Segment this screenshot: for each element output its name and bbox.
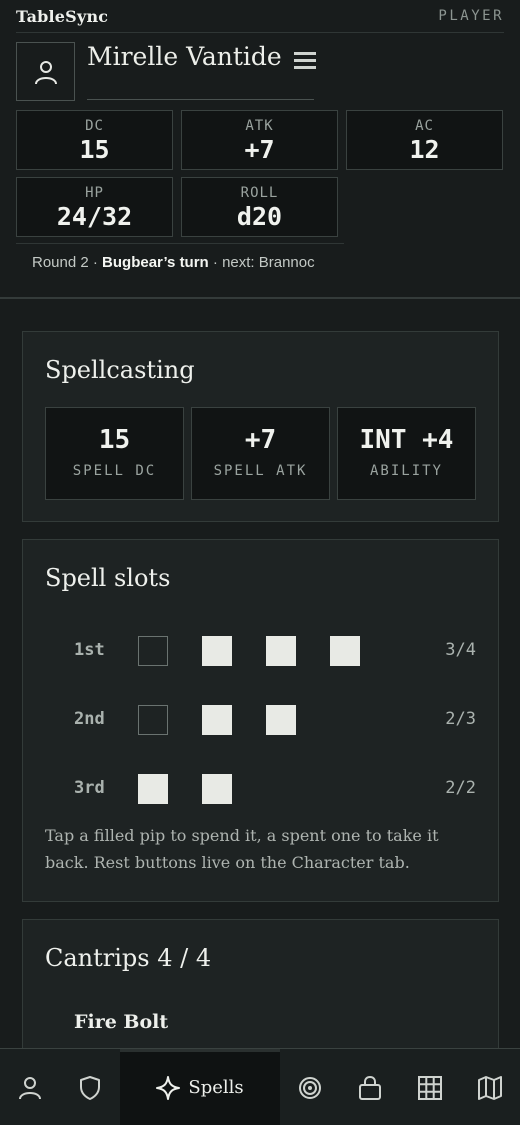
stat-ac: AC 12 xyxy=(346,110,503,170)
card-title: Spell slots xyxy=(45,564,171,592)
spell-atk-box: +7 SPELL ATK xyxy=(191,407,330,500)
slot-row-1st: 1st 3/4 xyxy=(23,636,498,668)
slot-pip[interactable] xyxy=(138,705,168,735)
ability-label: ABILITY xyxy=(369,463,443,479)
spell-dc-label: SPELL DC xyxy=(72,463,157,479)
stat-value: 12 xyxy=(409,135,440,164)
nav-character[interactable] xyxy=(0,1049,60,1125)
slot-pip[interactable] xyxy=(202,636,232,666)
role-label: PLAYER xyxy=(438,8,504,24)
ability-value: INT +4 xyxy=(359,425,454,455)
ability-box: INT +4 ABILITY xyxy=(337,407,476,500)
avatar[interactable] xyxy=(16,42,75,101)
slot-pip[interactable] xyxy=(202,774,232,804)
slot-help-text: Tap a filled pip to spend it, a spent on… xyxy=(45,826,439,872)
card-title: Spellcasting xyxy=(45,356,195,384)
slot-pip[interactable] xyxy=(266,636,296,666)
stat-label: DC xyxy=(85,118,104,134)
stat-label: AC xyxy=(415,118,434,134)
spell-atk-label: SPELL ATK xyxy=(213,463,308,479)
slot-pip[interactable] xyxy=(330,636,360,666)
stat-value: 24/32 xyxy=(56,202,133,231)
spell-dc-box: 15 SPELL DC xyxy=(45,407,184,500)
current-turn: Bugbear’s turn xyxy=(102,254,209,271)
nav-inventory[interactable] xyxy=(340,1049,400,1125)
sparkle-icon xyxy=(156,1075,181,1100)
slot-count: 2/3 xyxy=(445,709,476,729)
header-divider xyxy=(0,297,520,299)
character-name: Mirelle Vantide xyxy=(87,42,282,71)
grid-icon xyxy=(418,1075,442,1100)
top-bar: TableSync PLAYER xyxy=(16,0,504,33)
stat-value: d20 xyxy=(236,202,283,231)
slot-level: 2nd xyxy=(74,709,105,729)
stat-label: HP xyxy=(85,185,104,201)
name-underline xyxy=(87,99,314,100)
nav-actions[interactable] xyxy=(280,1049,340,1125)
slot-row-3rd: 3rd 2/2 xyxy=(23,774,498,806)
spell-slots-card: Spell slots 1st 3/4 2nd 2/3 3rd 2/2 Tap … xyxy=(22,539,499,902)
next-turn: · next: Brannoc xyxy=(208,254,315,271)
stat-dc: DC 15 xyxy=(16,110,173,170)
hamburger-menu-icon[interactable] xyxy=(294,52,316,70)
round-prefix: Round 2 · xyxy=(32,254,103,271)
stat-hp[interactable]: HP 24/32 xyxy=(16,177,173,237)
nav-label: Spells xyxy=(188,1077,244,1098)
stat-atk: ATK +7 xyxy=(181,110,338,170)
bottom-nav: Spells xyxy=(0,1048,520,1125)
nav-spells[interactable]: Spells xyxy=(120,1049,280,1125)
stat-label: ROLL xyxy=(240,185,279,201)
stat-value: +7 xyxy=(244,135,275,164)
slot-level: 1st xyxy=(74,640,105,660)
map-icon xyxy=(478,1075,502,1100)
person-icon xyxy=(34,60,57,84)
bag-icon xyxy=(359,1075,381,1100)
slot-row-2nd: 2nd 2/3 xyxy=(23,705,498,737)
slot-count: 3/4 xyxy=(445,640,476,660)
person-icon xyxy=(19,1076,41,1099)
character-header: Mirelle Vantide xyxy=(16,42,316,102)
slot-pip[interactable] xyxy=(138,636,168,666)
nav-map[interactable] xyxy=(460,1049,520,1125)
slot-count: 2/2 xyxy=(445,778,476,798)
spell-dc-value: 15 xyxy=(98,425,131,455)
spellcasting-card: Spellcasting 15 SPELL DC +7 SPELL ATK IN… xyxy=(22,331,499,522)
slot-pip[interactable] xyxy=(202,705,232,735)
slot-level: 3rd xyxy=(74,778,105,798)
round-status: Round 2 · Bugbear’s turn · next: Brannoc xyxy=(16,243,344,279)
stat-label: ATK xyxy=(245,118,274,134)
cantrip-item[interactable]: Fire Bolt xyxy=(74,1011,168,1033)
roll-button[interactable]: ROLL d20 xyxy=(181,177,338,237)
cantrips-card: Cantrips 4 / 4 Fire Bolt xyxy=(22,919,499,1059)
active-indicator xyxy=(120,1049,280,1052)
shield-icon xyxy=(80,1075,100,1100)
card-title: Cantrips 4 / 4 xyxy=(45,944,212,972)
stat-value: 15 xyxy=(79,135,110,164)
target-icon xyxy=(299,1076,321,1099)
nav-grid[interactable] xyxy=(400,1049,460,1125)
nav-defense[interactable] xyxy=(60,1049,120,1125)
spell-atk-value: +7 xyxy=(244,425,277,455)
slot-pip[interactable] xyxy=(138,774,168,804)
slot-pip[interactable] xyxy=(266,705,296,735)
app-brand: TableSync xyxy=(16,6,109,26)
